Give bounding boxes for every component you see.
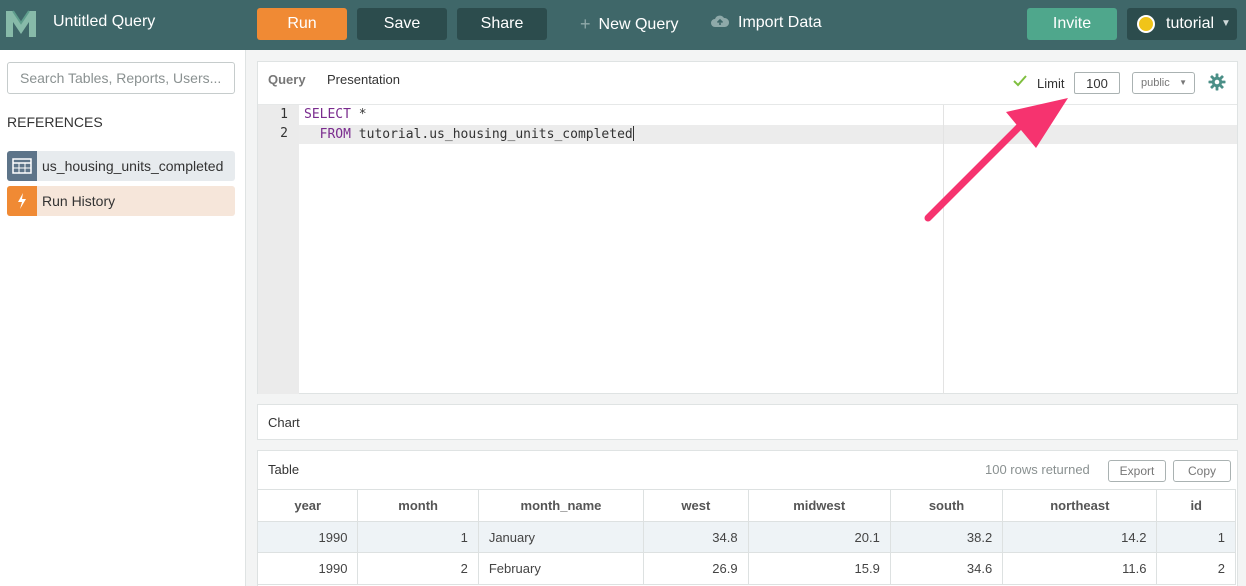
run-history-badge — [7, 186, 37, 216]
tab-presentation[interactable]: Presentation — [327, 72, 400, 87]
table-cell: 11.6 — [1002, 552, 1158, 585]
line-number: 1 — [280, 107, 288, 122]
table-cell: 2 — [1156, 552, 1236, 585]
sql-keyword: SELECT — [304, 107, 351, 122]
search-input[interactable] — [7, 62, 235, 94]
sidebar-item-label: us_housing_units_completed — [42, 158, 224, 174]
chart-panel-title: Chart — [268, 415, 300, 430]
new-query-label: New Query — [598, 16, 679, 33]
sql-editor[interactable]: 1 2 SELECT * FROM tutorial.us_housing_un… — [258, 104, 1237, 394]
copy-button[interactable]: Copy — [1173, 460, 1231, 482]
code-text: * — [350, 107, 367, 122]
new-query-button[interactable]: + New Query — [580, 14, 679, 35]
results-table: year month month_name west midwest south… — [256, 489, 1236, 585]
table-cell: 1 — [1156, 521, 1236, 553]
table-cell: 14.2 — [1002, 521, 1158, 553]
user-name: tutorial — [1166, 15, 1215, 32]
code-text: tutorial.us_housing_units_completed — [350, 127, 633, 142]
table-cell: 34.8 — [643, 521, 749, 553]
import-data-label: Import Data — [738, 14, 822, 31]
column-header[interactable]: id — [1156, 489, 1236, 522]
tab-query[interactable]: Query — [268, 72, 306, 87]
cloud-upload-icon — [711, 15, 730, 27]
column-header[interactable]: northeast — [1002, 489, 1158, 522]
sql-keyword: FROM — [319, 127, 351, 142]
table-row: 1990 2 February 26.9 15.9 34.6 11.6 2 — [256, 552, 1236, 585]
table-cell: 1 — [357, 521, 479, 553]
column-header[interactable]: year — [256, 489, 359, 522]
top-bar: Untitled Query Run Save Share + New Query… — [0, 0, 1246, 50]
table-panel: Table 100 rows returned Export Copy year… — [256, 450, 1238, 586]
text-cursor — [632, 126, 634, 141]
sidebar: REFERENCES us_housing_units_completed Ru… — [0, 50, 246, 586]
avatar — [1137, 15, 1155, 33]
table-header-row: year month month_name west midwest south… — [256, 489, 1236, 522]
code-line-1: SELECT * — [304, 107, 367, 122]
save-button[interactable]: Save — [357, 8, 447, 40]
sidebar-item-label: Run History — [42, 193, 116, 209]
user-menu[interactable]: tutorial ▼ — [1127, 8, 1237, 40]
table-cell: January — [477, 521, 645, 553]
chart-panel[interactable]: Chart — [257, 404, 1238, 440]
run-button[interactable]: Run — [257, 8, 347, 40]
caret-down-icon: ▼ — [1221, 18, 1231, 29]
table-cell: 1990 — [256, 552, 359, 585]
mode-logo-icon[interactable] — [4, 7, 38, 41]
table-cell: 20.1 — [747, 521, 891, 553]
table-panel-title: Table — [268, 462, 300, 477]
limit-checkbox[interactable] — [1013, 74, 1027, 88]
query-title[interactable]: Untitled Query — [53, 13, 155, 31]
caret-down-icon: ▼ — [1179, 78, 1187, 87]
table-cell: 26.9 — [643, 552, 749, 585]
table-cell: 2 — [357, 552, 479, 585]
plus-icon: + — [580, 14, 591, 34]
table-cell: 15.9 — [747, 552, 891, 585]
table-badge — [7, 151, 37, 181]
print-margin — [943, 105, 944, 394]
sidebar-item-table[interactable]: us_housing_units_completed — [7, 151, 235, 181]
line-number: 2 — [280, 126, 288, 141]
limit-label: Limit — [1037, 76, 1065, 91]
schema-select-value: public — [1141, 77, 1170, 89]
schema-select[interactable]: public ▼ — [1132, 72, 1195, 94]
sidebar-item-run-history[interactable]: Run History — [7, 186, 235, 216]
share-button[interactable]: Share — [457, 8, 547, 40]
rows-returned-text: 100 rows returned — [985, 462, 1090, 477]
gear-icon[interactable] — [1208, 73, 1226, 91]
table-icon — [12, 158, 32, 174]
invite-button[interactable]: Invite — [1027, 8, 1117, 40]
query-panel: Query Presentation Limit public ▼ 1 2 — [257, 61, 1238, 394]
column-header[interactable]: month_name — [477, 489, 645, 522]
table-cell: 38.2 — [889, 521, 1004, 553]
table-cell: 34.6 — [889, 552, 1004, 585]
references-heading: REFERENCES — [7, 114, 103, 130]
lightning-icon — [18, 193, 26, 209]
export-button[interactable]: Export — [1108, 460, 1166, 482]
column-header[interactable]: south — [889, 489, 1004, 522]
column-header[interactable]: midwest — [747, 489, 891, 522]
column-header[interactable]: month — [357, 489, 479, 522]
table-cell: 1990 — [256, 521, 359, 553]
import-data-button[interactable]: Import Data — [710, 14, 822, 32]
table-row: 1990 1 January 34.8 20.1 38.2 14.2 1 — [256, 521, 1236, 553]
line-number-gutter: 1 2 — [258, 105, 299, 394]
limit-input[interactable] — [1074, 72, 1120, 94]
column-header[interactable]: west — [643, 489, 749, 522]
table-cell: February — [477, 552, 645, 585]
code-line-2: FROM tutorial.us_housing_units_completed — [304, 126, 634, 142]
